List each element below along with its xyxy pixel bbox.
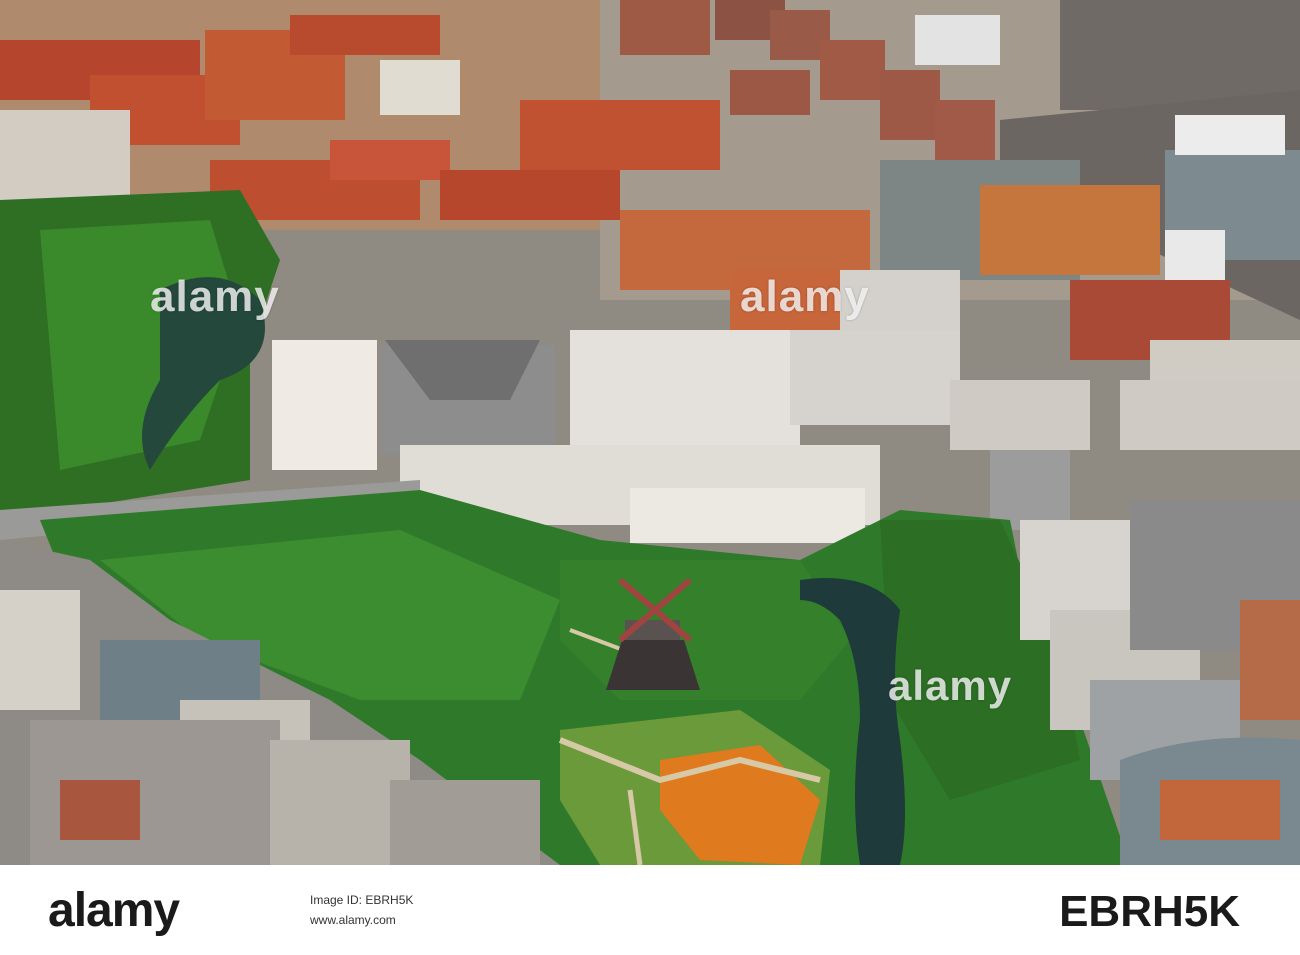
aerial-photo — [0, 0, 1300, 865]
image-frame: alamy alamy alamy alamy Image ID: EBRH5K… — [0, 0, 1300, 955]
site-url[interactable]: www.alamy.com — [310, 913, 396, 927]
logo-text: alamy — [48, 884, 180, 937]
image-id-label: Image ID: EBRH5K — [310, 893, 414, 907]
alamy-logo: alamy — [48, 883, 180, 938]
stock-id: EBRH5K — [1059, 887, 1240, 936]
